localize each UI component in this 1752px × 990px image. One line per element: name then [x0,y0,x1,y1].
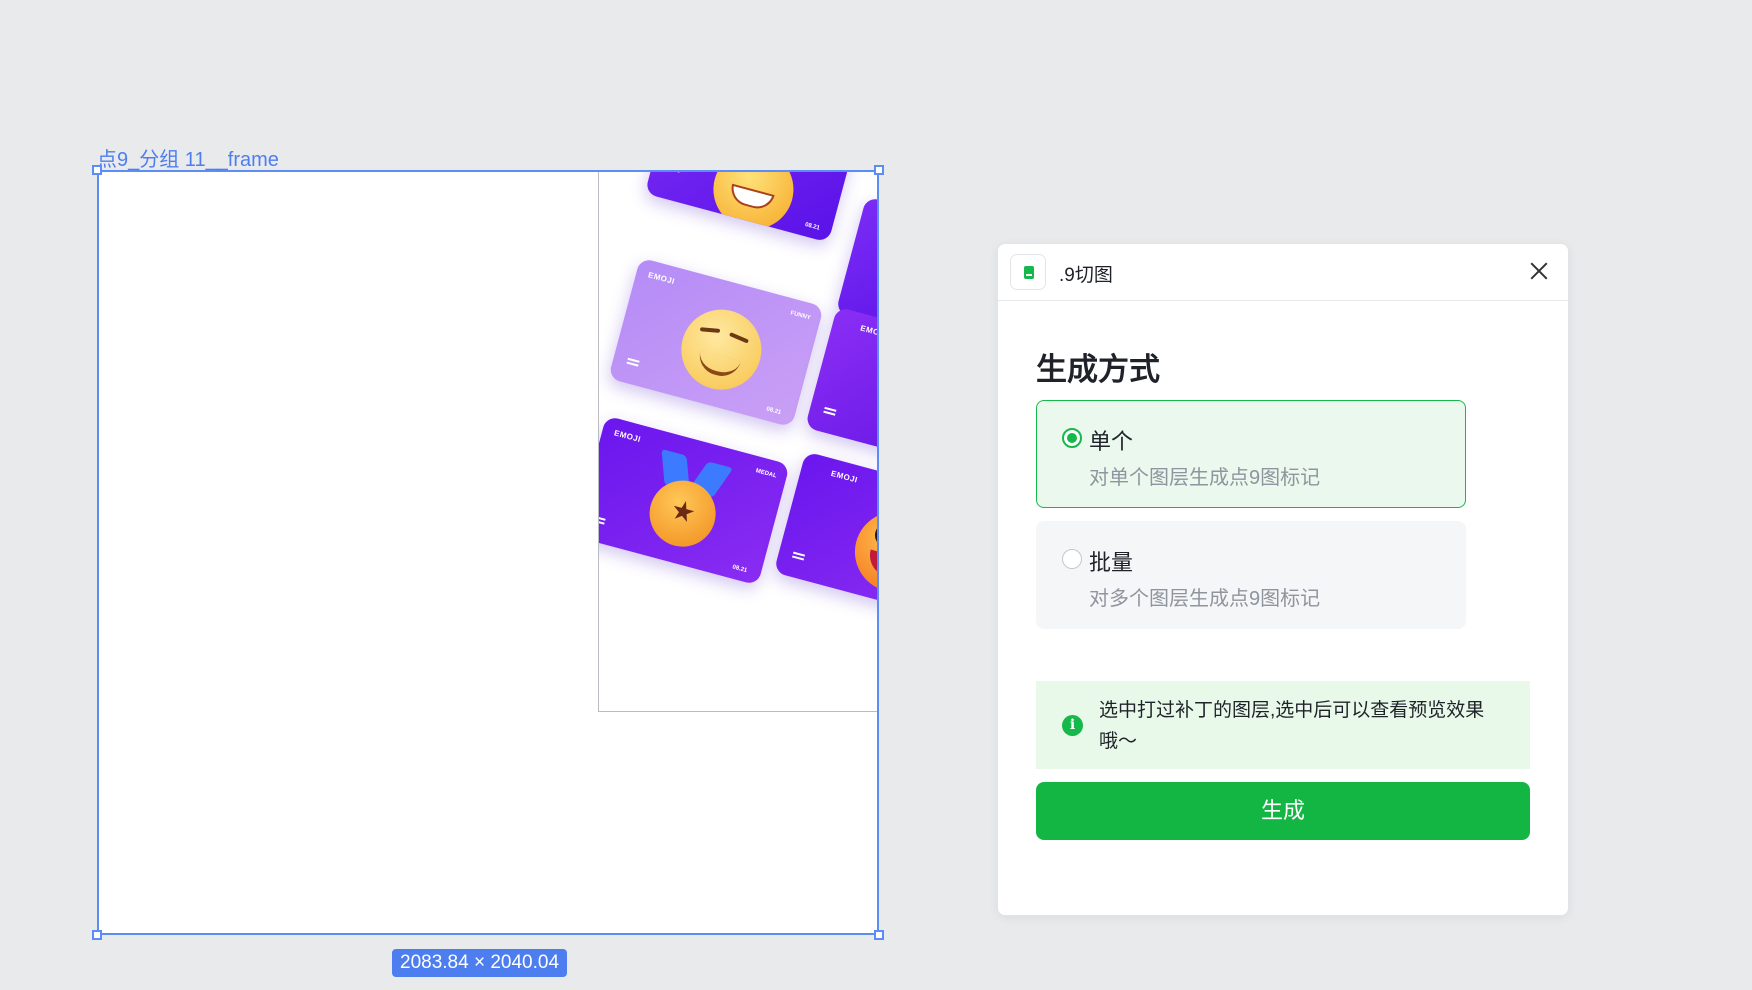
option-single[interactable]: 单个 对单个图层生成点9图标记 [1036,400,1466,508]
card-bars [627,357,640,363]
option-label: 批量 [1089,550,1134,575]
card-tag: MEDAL [755,468,778,480]
card-bars [824,406,837,412]
artwork-layer[interactable]: 08.21 EMOJI FUNNY 08.21 EMOJI EMOJI MEDA… [598,172,879,712]
card-caption: EMOJI [859,323,879,340]
nine-patch-app-icon [1010,254,1046,290]
emoji-card: EMOJI MEDAL 08.21 [599,415,790,586]
card-tag: FUNNY [789,310,812,322]
generate-button[interactable]: 生成 [1036,782,1530,840]
smirking-face-icon [672,300,771,399]
info-icon: i [1062,715,1083,736]
dialog-header: .9切图 [998,244,1568,301]
size-badge: 2083.84 × 2040.04 [392,949,568,977]
card-caption: EMOJI [829,468,859,485]
close-icon[interactable] [1528,260,1550,282]
card-caption: EMOJI [647,270,676,287]
option-description: 对单个图层生成点9图标记 [1089,467,1321,489]
card-caption: EMOJI [613,428,642,445]
tip-box: i 选中打过补丁的图层,选中后可以查看预览效果哦～ [1036,681,1530,769]
canvas-frame[interactable]: 08.21 EMOJI FUNNY 08.21 EMOJI EMOJI MEDA… [97,170,879,935]
radio-unselected[interactable] [1062,549,1082,569]
resize-handle-bottom-right[interactable] [874,930,884,940]
emoji-card: 08.21 [644,172,860,243]
card-bars [599,515,606,521]
resize-handle-bottom-left[interactable] [92,930,102,940]
emoji-card: EMOJI FUNNY 08.21 [608,257,824,428]
option-description: 对多个图层生成点9图标记 [1089,588,1321,610]
emoji-card: EMOJI [773,451,877,614]
frame-label[interactable]: 点9_分组 11__frame [97,143,279,172]
option-label: 单个 [1089,429,1134,454]
radio-selected[interactable] [1062,428,1082,448]
option-batch[interactable]: 批量 对多个图层生成点9图标记 [1036,521,1466,629]
dialog-title: .9切图 [1059,265,1113,286]
tip-text: 选中打过补丁的图层,选中后可以查看预览效果哦～ [1099,700,1485,752]
grinning-face-icon [704,172,803,239]
card-date: 08.21 [731,564,748,575]
nine-patch-dialog: .9切图 生成方式 单个 对单个图层生成点9图标记 批量 对多个图层生成点9图标… [997,243,1569,916]
resize-handle-top-right[interactable] [874,165,884,175]
crazy-face-icon [845,502,877,601]
card-date: 08.21 [804,222,821,232]
card-date: 08.21 [765,406,782,417]
medal-icon [635,448,737,561]
resize-handle-top-left[interactable] [92,165,102,175]
section-title: 生成方式 [1036,352,1160,387]
card-bars [793,551,806,557]
